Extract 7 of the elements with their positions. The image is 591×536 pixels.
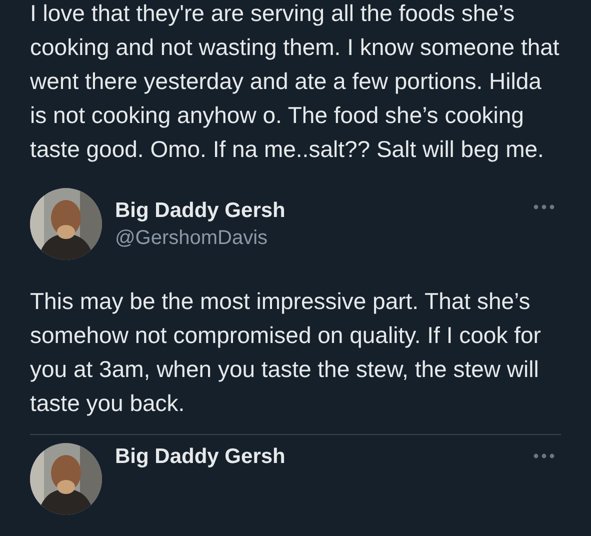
more-icon[interactable] <box>533 453 555 459</box>
tweet-text: This may be the most impressive part. That she’s somehow not compromised on quality. If I cook for you at 3am, when you taste the stew, the stew will taste you back. <box>30 287 542 418</box>
more-icon[interactable] <box>533 204 555 210</box>
tweet-text: I love that they're are serving all the foods she’s cooking and not wasting them. I know someone that went there yesterday and ate a few portions. Hilda is not cooking anyhow o. The food she’s cooking taste good. Omo. If na me..salt?? Salt will beg me. <box>30 0 560 164</box>
author-name[interactable]: Big Daddy Gersh <box>115 197 520 225</box>
author-handle[interactable]: @GershomDavis <box>115 225 520 251</box>
author-name[interactable]: Big Daddy Gersh <box>115 443 520 471</box>
